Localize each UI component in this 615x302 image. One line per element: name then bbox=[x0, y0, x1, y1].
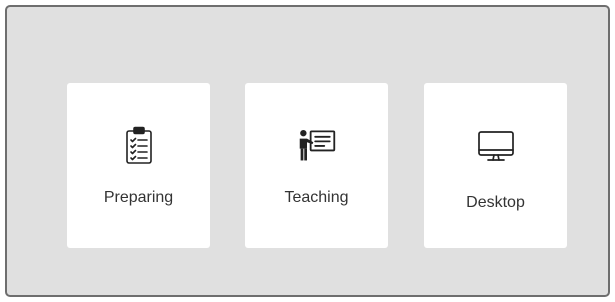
preparing-label: Preparing bbox=[103, 189, 174, 206]
teaching-card[interactable]: Teaching bbox=[245, 83, 388, 248]
desktop-card[interactable]: Desktop bbox=[424, 83, 567, 248]
teacher-board-icon bbox=[297, 125, 337, 165]
teaching-label: Teaching bbox=[284, 189, 349, 206]
mode-selection-panel: Preparing Teaching Desktop bbox=[5, 5, 610, 297]
preparing-card[interactable]: Preparing bbox=[67, 83, 210, 248]
monitor-icon bbox=[476, 125, 516, 165]
desktop-label: Desktop bbox=[466, 194, 525, 211]
clipboard-checklist-icon bbox=[119, 125, 159, 165]
